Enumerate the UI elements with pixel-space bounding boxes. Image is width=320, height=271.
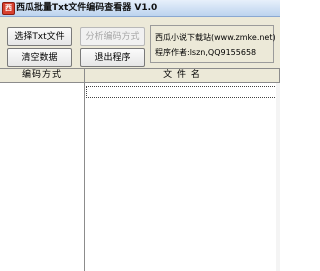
clear-data-button[interactable]: 清空数据 [7,48,72,67]
select-txt-button[interactable]: 选择Txt文件 [7,27,72,46]
column-header-filename[interactable]: 文 件 名 [85,69,280,83]
app-icon: 西 [2,2,15,15]
exit-button[interactable]: 退出程序 [80,48,145,67]
title-bar[interactable]: 西 西瓜批量Txt文件编码查看器 V1.0 [0,0,280,17]
site-info-text: 西瓜小说下载站(www.zmke.net) [155,33,276,42]
filename-list[interactable] [85,83,280,271]
focused-row[interactable] [86,86,277,98]
app-window: 西 西瓜批量Txt文件编码查看器 V1.0 选择Txt文件 分析编码方式 清空数… [0,0,280,271]
info-panel: 西瓜小说下载站(www.zmke.net) 程序作者:lszn,QQ915565… [150,25,276,63]
window-title: 西瓜批量Txt文件编码查看器 V1.0 [16,3,158,13]
author-info-text: 程序作者:lszn,QQ9155658 [155,48,257,57]
encoding-list[interactable] [0,83,85,271]
analyze-encoding-button[interactable]: 分析编码方式 [80,27,145,46]
column-header-encoding[interactable]: 编码方式 [0,69,85,83]
scrollbar[interactable] [276,83,280,271]
file-list-panel: 编码方式 文 件 名 [0,68,280,271]
